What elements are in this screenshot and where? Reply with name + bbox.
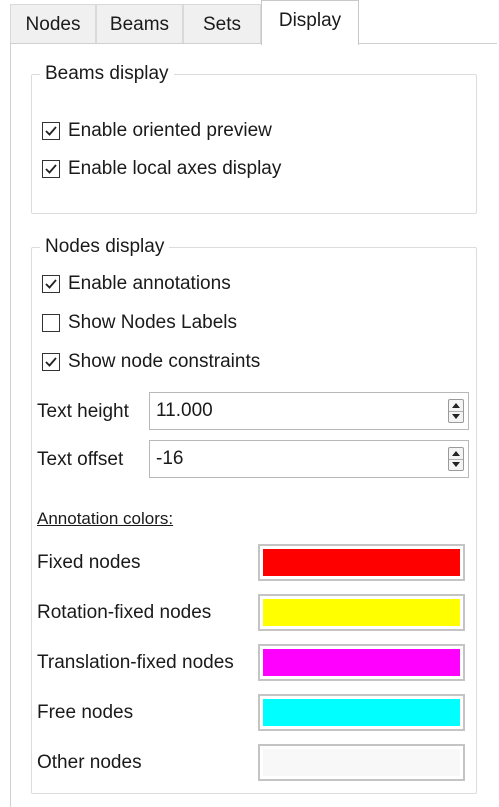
tab-label: Beams xyxy=(109,14,170,35)
nodes-display-group: Nodes display Enable annotations Show No… xyxy=(31,235,477,794)
spin-buttons[interactable] xyxy=(448,447,464,471)
checkmark-icon xyxy=(45,279,57,289)
text-height-label: Text height xyxy=(37,401,129,422)
enable-local-axes-display-checkbox[interactable]: Enable local axes display xyxy=(42,156,281,182)
fixed-nodes-color-swatch[interactable] xyxy=(258,544,465,581)
enable-annotations-checkbox[interactable]: Enable annotations xyxy=(42,271,231,297)
beams-display-group: Beams display Enable oriented preview En… xyxy=(31,62,477,214)
rotation-fixed-nodes-label: Rotation-fixed nodes xyxy=(37,602,212,623)
tab-bar: Nodes Beams Sets Display xyxy=(10,0,497,45)
swatch-fill xyxy=(263,549,460,576)
other-nodes-color-swatch[interactable] xyxy=(258,744,465,781)
text-offset-label: Text offset xyxy=(37,449,124,470)
rotation-fixed-nodes-color-swatch[interactable] xyxy=(258,594,465,631)
checkbox-box[interactable] xyxy=(42,314,60,332)
swatch-fill xyxy=(263,699,460,726)
translation-fixed-nodes-label: Translation-fixed nodes xyxy=(37,652,234,673)
other-nodes-label: Other nodes xyxy=(37,752,142,773)
tab-beams[interactable]: Beams xyxy=(96,4,183,44)
checkbox-label: Enable local axes display xyxy=(68,158,282,179)
tab-nodes[interactable]: Nodes xyxy=(10,4,96,44)
fixed-nodes-label: Fixed nodes xyxy=(37,552,141,573)
spin-buttons[interactable] xyxy=(448,399,464,423)
text-offset-input[interactable] xyxy=(150,441,442,477)
free-nodes-color-swatch[interactable] xyxy=(258,694,465,731)
enable-oriented-preview-checkbox[interactable]: Enable oriented preview xyxy=(42,118,272,144)
tab-content-display: Beams display Enable oriented preview En… xyxy=(10,43,497,807)
tab-label: Display xyxy=(278,10,342,31)
translation-fixed-nodes-color-swatch[interactable] xyxy=(258,644,465,681)
swatch-fill xyxy=(263,649,460,676)
show-node-constraints-checkbox[interactable]: Show node constraints xyxy=(42,349,260,375)
checkmark-icon xyxy=(45,357,57,367)
properties-panel: Nodes Beams Sets Display Beams display E… xyxy=(10,0,497,807)
tab-label: Sets xyxy=(202,14,242,35)
tab-label: Nodes xyxy=(25,14,81,35)
spin-down-arrow-icon[interactable] xyxy=(449,411,463,422)
checkbox-box[interactable] xyxy=(42,160,60,178)
checkbox-box[interactable] xyxy=(42,275,60,293)
tab-sets[interactable]: Sets xyxy=(183,4,261,44)
checkbox-box[interactable] xyxy=(42,353,60,371)
spin-down-arrow-icon[interactable] xyxy=(449,459,463,470)
tab-display[interactable]: Display xyxy=(261,0,359,45)
show-nodes-labels-checkbox[interactable]: Show Nodes Labels xyxy=(42,310,237,336)
group-title: Nodes display xyxy=(40,235,170,259)
text-height-spinbox[interactable] xyxy=(149,392,469,430)
checkbox-box[interactable] xyxy=(42,122,60,140)
free-nodes-label: Free nodes xyxy=(37,702,134,723)
checkmark-icon xyxy=(45,164,57,174)
checkbox-label: Show Nodes Labels xyxy=(68,312,237,333)
checkbox-label: Show node constraints xyxy=(68,351,261,372)
checkbox-label: Enable oriented preview xyxy=(68,120,272,141)
swatch-fill xyxy=(263,599,460,626)
annotation-colors-heading: Annotation colors: xyxy=(37,509,174,528)
swatch-fill xyxy=(263,749,460,776)
group-title: Beams display xyxy=(40,62,174,86)
checkmark-icon xyxy=(45,126,57,136)
text-offset-spinbox[interactable] xyxy=(149,440,469,478)
checkbox-label: Enable annotations xyxy=(68,273,231,294)
text-height-input[interactable] xyxy=(150,393,442,429)
